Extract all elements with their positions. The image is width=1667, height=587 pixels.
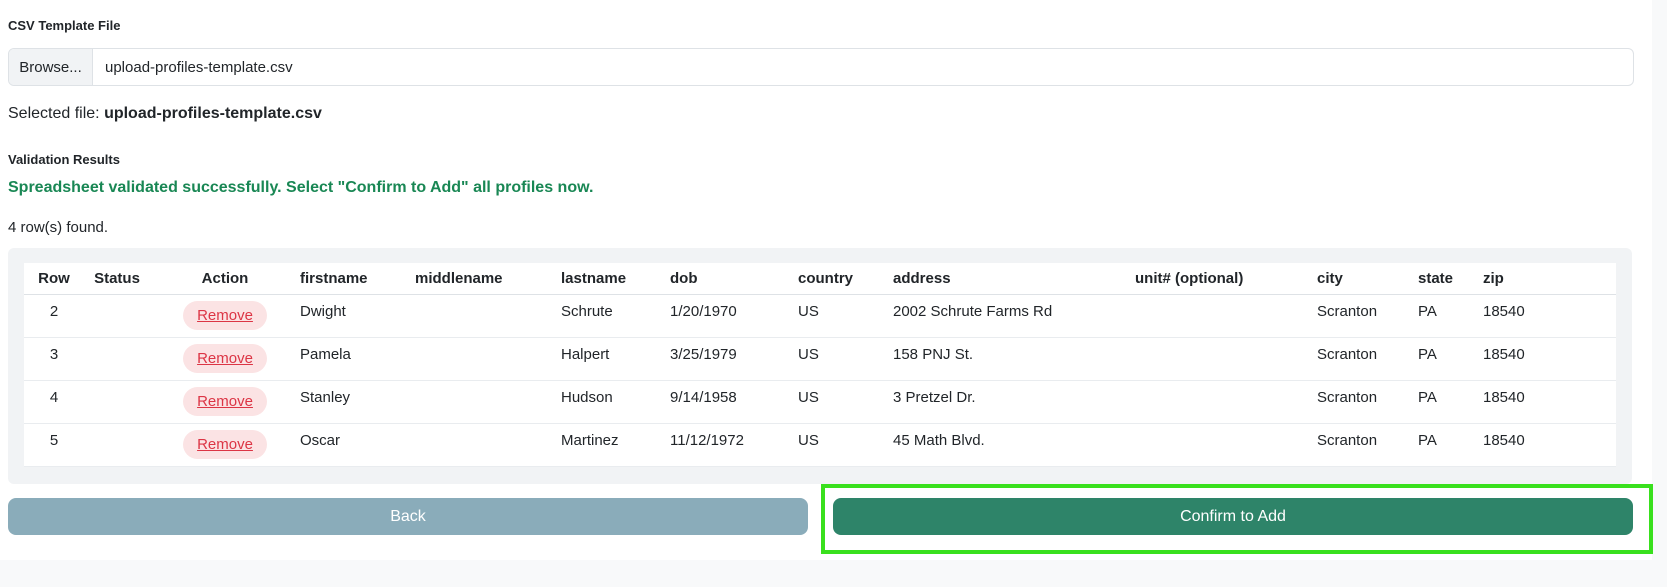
cell-middlename <box>415 338 561 346</box>
csv-template-label: CSV Template File <box>8 18 121 33</box>
header-zip: zip <box>1483 263 1616 295</box>
header-state: state <box>1418 263 1483 295</box>
cell-zip: 18540 <box>1483 303 1525 320</box>
cell-city: Scranton <box>1317 346 1378 363</box>
cell-country: US <box>798 432 819 449</box>
header-lastname: lastname <box>561 263 670 295</box>
header-city: city <box>1317 263 1418 295</box>
cell-middlename <box>415 295 561 303</box>
confirm-to-add-button[interactable]: Confirm to Add <box>833 498 1633 535</box>
rows-found-text: 4 row(s) found. <box>8 219 109 236</box>
cell-city: Scranton <box>1317 389 1378 406</box>
cell-status <box>84 295 150 303</box>
cell-row: 3 <box>49 346 59 363</box>
cell-dob: 3/25/1979 <box>670 346 737 363</box>
cell-firstname: Pamela <box>300 346 351 363</box>
cell-zip: 18540 <box>1483 346 1525 363</box>
table-row: 5 Remove Oscar Martinez 11/12/1972 US 45… <box>24 423 1616 467</box>
cell-row: 4 <box>49 389 59 406</box>
cell-city: Scranton <box>1317 432 1378 449</box>
cell-unit <box>1135 424 1317 432</box>
back-button[interactable]: Back <box>8 498 808 535</box>
header-address: address <box>893 263 1135 295</box>
cell-country: US <box>798 346 819 363</box>
validation-success-message: Spreadsheet validated successfully. Sele… <box>8 179 594 196</box>
remove-button[interactable]: Remove <box>183 344 267 373</box>
header-dob: dob <box>670 263 798 295</box>
header-middlename: middlename <box>415 263 561 295</box>
cell-country: US <box>798 389 819 406</box>
cell-firstname: Oscar <box>300 432 341 449</box>
table-row: 2 Remove Dwight Schrute 1/20/1970 US 200… <box>24 294 1616 338</box>
cell-address: 158 PNJ St. <box>893 346 974 363</box>
header-country: country <box>798 263 893 295</box>
cell-state: PA <box>1418 432 1437 449</box>
cell-zip: 18540 <box>1483 389 1525 406</box>
cell-dob: 9/14/1958 <box>670 389 737 406</box>
table-header-row: Row Status Action firstname middlename l… <box>24 263 1616 295</box>
cell-lastname: Martinez <box>561 432 619 449</box>
remove-button[interactable]: Remove <box>183 301 267 330</box>
table-row: 4 Remove Stanley Hudson 9/14/1958 US 3 P… <box>24 380 1616 424</box>
results-table-container: Row Status Action firstname middlename l… <box>8 248 1632 484</box>
cell-status <box>84 424 150 432</box>
cell-state: PA <box>1418 303 1437 320</box>
cell-firstname: Dwight <box>300 303 346 320</box>
selected-file-name: upload-profiles-template.csv <box>104 105 322 122</box>
cell-address: 2002 Schrute Farms Rd <box>893 303 1053 320</box>
cell-middlename <box>415 424 561 432</box>
header-action: Action <box>150 263 300 295</box>
cell-state: PA <box>1418 346 1437 363</box>
file-input[interactable]: Browse... upload-profiles-template.csv <box>8 48 1634 86</box>
cell-unit <box>1135 295 1317 303</box>
remove-button[interactable]: Remove <box>183 387 267 416</box>
selected-file-line: Selected file: upload-profiles-template.… <box>8 105 322 123</box>
cell-middlename <box>415 381 561 389</box>
cell-status <box>84 381 150 389</box>
cell-dob: 1/20/1970 <box>670 303 737 320</box>
cell-unit <box>1135 338 1317 346</box>
header-firstname: firstname <box>300 263 415 295</box>
cell-status <box>84 338 150 346</box>
table-row: 3 Remove Pamela Halpert 3/25/1979 US 158… <box>24 337 1616 381</box>
validation-results-label: Validation Results <box>8 152 120 167</box>
header-unit: unit# (optional) <box>1135 263 1317 295</box>
selected-file-prefix: Selected file: <box>8 105 100 122</box>
results-table: Row Status Action firstname middlename l… <box>24 263 1616 467</box>
cell-address: 45 Math Blvd. <box>893 432 985 449</box>
cell-row: 5 <box>49 432 59 449</box>
file-input-value: upload-profiles-template.csv <box>105 58 293 76</box>
browse-button[interactable]: Browse... <box>9 49 93 85</box>
header-row: Row <box>24 263 84 295</box>
cell-country: US <box>798 303 819 320</box>
cell-lastname: Schrute <box>561 303 613 320</box>
cell-lastname: Hudson <box>561 389 613 406</box>
cell-firstname: Stanley <box>300 389 351 406</box>
cell-row: 2 <box>49 303 59 320</box>
cell-dob: 11/12/1972 <box>670 432 744 449</box>
cell-unit <box>1135 381 1317 389</box>
cell-address: 3 Pretzel Dr. <box>893 389 976 406</box>
cell-zip: 18540 <box>1483 432 1525 449</box>
cell-lastname: Halpert <box>561 346 610 363</box>
cell-state: PA <box>1418 389 1437 406</box>
upload-panel: CSV Template File Browse... upload-profi… <box>0 0 1653 560</box>
remove-button[interactable]: Remove <box>183 430 267 459</box>
cell-city: Scranton <box>1317 303 1378 320</box>
header-status: Status <box>84 263 150 295</box>
